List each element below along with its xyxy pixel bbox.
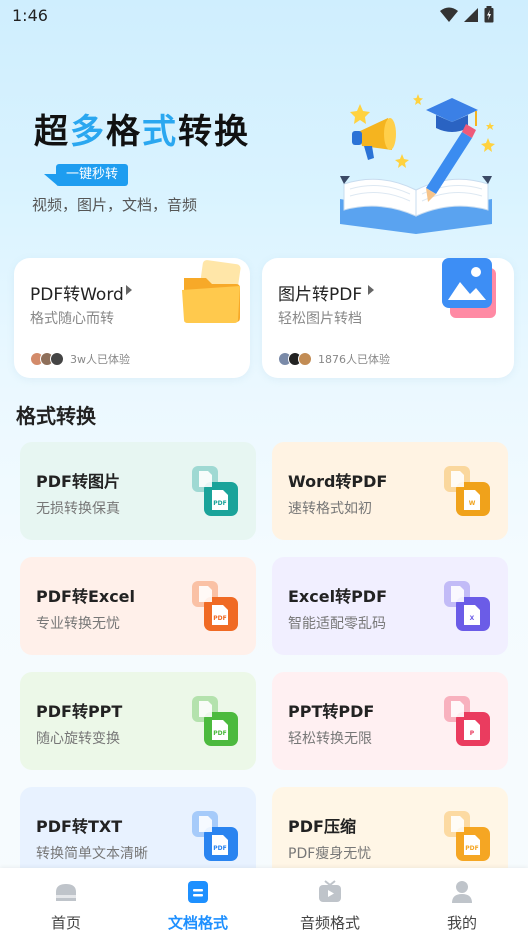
nav-item-document-formats[interactable]: 文档格式 (132, 868, 264, 939)
conversion-card[interactable]: PDF转图片 无损转换保真 PDF (20, 442, 256, 540)
chevron-right-icon (126, 285, 132, 295)
card-title: PPT转PDF (288, 702, 375, 721)
file-type-label: PDF (213, 615, 226, 622)
card-subtitle: 转换简单文本清晰 (36, 846, 148, 862)
card-subtitle: PDF瘦身无忧 (288, 846, 372, 862)
status-time: 1:46 (12, 6, 48, 25)
feature-users: 3w人已体验 (30, 351, 130, 367)
file-type-label: P (470, 730, 475, 737)
hero-title: 超多格式转换 (34, 112, 250, 152)
card-title: PDF转PPT (36, 702, 123, 721)
feature-subtitle: 轻松图片转档 (278, 311, 362, 327)
feature-subtitle: 格式随心而转 (30, 311, 114, 327)
feature-title: PDF转Word (30, 285, 124, 305)
book-illustration (340, 94, 495, 234)
battery-icon (484, 6, 494, 23)
card-subtitle: 随心旋转变换 (36, 731, 120, 747)
card-title: Word转PDF (288, 472, 388, 491)
file-type-label: PDF (465, 845, 478, 852)
status-bar: 1:46 (0, 0, 528, 32)
file-convert-icon: W (444, 466, 490, 516)
folder-icon (182, 260, 241, 323)
nav-item-audio-formats[interactable]: 音频格式 (264, 868, 396, 939)
card-subtitle: 专业转换无忧 (36, 616, 120, 632)
feature-users: 1876人已体验 (278, 351, 390, 367)
bottom-nav: 首页 文档格式 音频格式 我的 (0, 868, 528, 939)
file-type-label: X (470, 615, 475, 622)
conversion-card[interactable]: PDF转TXT 转换简单文本清晰 PDF (20, 787, 256, 868)
card-title: PDF转TXT (36, 817, 123, 836)
conversion-card[interactable]: PDF转Excel 专业转换无忧 PDF (20, 557, 256, 655)
section-title: 格式转换 (16, 404, 96, 428)
image-icon (442, 258, 496, 318)
card-subtitle: 无损转换保真 (36, 501, 120, 517)
conversion-card[interactable]: Excel转PDF 智能适配零乱码 X (272, 557, 508, 655)
nav-item-home[interactable]: 首页 (0, 868, 132, 939)
file-convert-icon: P (444, 696, 490, 746)
card-title: PDF压缩 (288, 817, 356, 836)
hero-banner: 超多格式转换 一键秒转 视频，图片，文档，音频 (0, 70, 528, 250)
conversion-card[interactable]: PDF压缩 PDF瘦身无忧 PDF (272, 787, 508, 868)
feature-card-pdf-to-word[interactable]: PDF转Word 格式随心而转 3w人已体验 (14, 258, 250, 378)
nav-item-profile[interactable]: 我的 (396, 868, 528, 939)
signal-icon (464, 7, 478, 22)
card-title: PDF转Excel (36, 587, 136, 606)
wifi-icon (440, 7, 458, 22)
conversion-card[interactable]: PPT转PDF 轻松转换无限 P (272, 672, 508, 770)
file-convert-icon: PDF (192, 696, 238, 746)
avatar (50, 352, 64, 366)
conversion-card[interactable]: PDF转PPT 随心旋转变换 PDF (20, 672, 256, 770)
profile-icon (452, 881, 472, 903)
media-icon (319, 880, 341, 902)
chevron-right-icon (368, 285, 374, 295)
feature-card-image-to-pdf[interactable]: 图片转PDF 轻松图片转档 1876人已体验 (262, 258, 514, 378)
file-convert-icon: PDF (444, 811, 490, 861)
file-convert-icon: X (444, 581, 490, 631)
hero-subtitle: 视频，图片，文档，音频 (32, 196, 198, 214)
card-title: PDF转图片 (36, 472, 120, 491)
card-subtitle: 轻松转换无限 (288, 731, 372, 747)
card-subtitle: 速转格式如初 (288, 501, 372, 517)
feature-title: 图片转PDF (278, 285, 363, 305)
avatar (298, 352, 312, 366)
card-title: Excel转PDF (288, 587, 388, 606)
card-subtitle: 智能适配零乱码 (288, 616, 386, 632)
file-convert-icon: PDF (192, 581, 238, 631)
document-icon (188, 881, 208, 903)
file-type-label: PDF (213, 500, 226, 507)
file-type-label: W (469, 500, 476, 507)
conversion-card[interactable]: Word转PDF 速转格式如初 W (272, 442, 508, 540)
file-type-label: PDF (213, 845, 226, 852)
home-icon (56, 884, 76, 901)
file-convert-icon: PDF (192, 466, 238, 516)
status-icons (440, 6, 494, 23)
hero-badge: 一键秒转 (56, 164, 129, 186)
file-convert-icon: PDF (192, 811, 238, 861)
file-type-label: PDF (213, 730, 226, 737)
